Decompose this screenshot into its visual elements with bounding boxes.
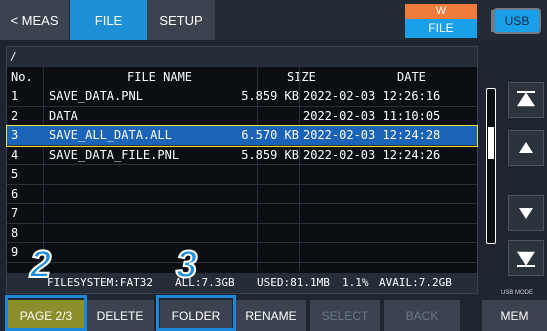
tab-file[interactable]: FILE <box>70 0 147 40</box>
row-no: 4 <box>11 147 19 162</box>
file-list-panel: / No. FILE NAME SIZE DATE 1 SAVE_DATA.PN… <box>6 46 478 294</box>
column-no: No. <box>11 70 33 84</box>
table-row[interactable]: 8 <box>7 224 477 243</box>
row-no: 1 <box>11 89 19 103</box>
tab-meas[interactable]: < MEAS <box>0 0 70 40</box>
table-row[interactable]: 4 SAVE_DATA_FILE.PNL 5.859 KB 2022-02-03… <box>7 146 477 165</box>
row-no: 9 <box>11 245 19 259</box>
top-bar: < MEAS FILE SETUP W FILE USB <box>0 0 547 40</box>
arrow-down-icon <box>519 208 533 220</box>
available-capacity: AVAIL:7.2GB <box>379 276 452 289</box>
tab-setup[interactable]: SETUP <box>147 0 215 40</box>
delete-button[interactable]: DELETE <box>86 300 154 331</box>
row-no: 7 <box>11 206 19 220</box>
row-no: 3 <box>11 128 19 142</box>
path-bar: / <box>7 47 477 67</box>
storage-status-bar: FILESYSTEM:FAT32 ALL:7.3GB USED:81.1MB 1… <box>7 273 477 293</box>
row-date: 2022-02-03 12:26:16 <box>303 89 441 103</box>
usb-mode-label: USB MODE <box>500 290 533 296</box>
back-button[interactable]: BACK <box>384 300 460 331</box>
table-row[interactable]: 6 <box>7 185 477 204</box>
arrow-down-icon <box>517 251 535 266</box>
table-header: No. FILE NAME SIZE DATE <box>7 67 477 87</box>
bottom-bar-icon <box>517 265 535 267</box>
folder-button-highlight <box>156 295 236 331</box>
scroll-up-button[interactable] <box>508 130 544 166</box>
row-date: 2022-02-03 12:24:26 <box>303 147 441 162</box>
row-date: 2022-02-03 12:24:28 <box>303 128 441 142</box>
table-row-selected[interactable]: 3 SAVE_ALL_DATA.ALL 6.570 KB 2022-02-03 … <box>6 125 478 147</box>
arrow-up-icon <box>517 92 535 107</box>
scroll-bottom-button[interactable] <box>508 240 544 276</box>
file-indicator: W FILE <box>405 4 477 38</box>
table-row[interactable]: 9 <box>7 243 477 263</box>
callout-2: 2 <box>29 244 52 286</box>
used-capacity: USED:81.1MB <box>257 276 330 289</box>
table-row[interactable]: 2 DATA 2022-02-03 11:10:05 <box>7 107 477 126</box>
column-date: DATE <box>397 70 426 84</box>
scrollbar[interactable] <box>486 88 496 244</box>
column-size: SIZE <box>287 70 316 84</box>
row-date: 2022-02-03 11:10:05 <box>303 108 441 123</box>
filesystem-label: FILESYSTEM:FAT32 <box>47 276 153 289</box>
select-button[interactable]: SELECT <box>310 300 380 331</box>
row-name: SAVE_DATA.PNL <box>49 89 143 103</box>
table-row[interactable]: 7 <box>7 204 477 224</box>
row-size: 5.859 KB <box>241 147 299 162</box>
table-row[interactable]: 1 SAVE_DATA.PNL 5.859 KB 2022-02-03 12:2… <box>7 87 477 107</box>
used-percent: 1.1% <box>342 276 369 289</box>
callout-3: 3 <box>175 244 198 286</box>
row-size: 5.859 KB <box>241 89 299 103</box>
row-name: SAVE_ALL_DATA.ALL <box>49 128 172 142</box>
row-name: DATA <box>49 108 78 123</box>
row-size: 6.570 KB <box>241 128 299 142</box>
scroll-top-button[interactable] <box>508 82 544 118</box>
file-rows: 1 SAVE_DATA.PNL 5.859 KB 2022-02-03 12:2… <box>6 87 478 263</box>
scroll-down-button[interactable] <box>508 195 544 231</box>
row-no: 8 <box>11 225 19 240</box>
row-no: 2 <box>11 108 19 123</box>
rename-button[interactable]: RENAME <box>236 300 306 331</box>
row-no: 5 <box>11 167 19 181</box>
table-row[interactable]: 5 <box>7 165 477 185</box>
scrollbar-thumb[interactable] <box>488 127 494 159</box>
page-button-highlight <box>5 295 87 331</box>
indicator-bottom: FILE <box>405 19 477 38</box>
row-no: 6 <box>11 186 19 201</box>
row-name: SAVE_DATA_FILE.PNL <box>49 147 180 162</box>
indicator-top: W <box>405 4 477 19</box>
column-name: FILE NAME <box>127 70 193 84</box>
mem-button[interactable]: MEM <box>482 300 547 331</box>
arrow-up-icon <box>519 141 533 153</box>
usb-button[interactable]: USB <box>493 8 541 34</box>
